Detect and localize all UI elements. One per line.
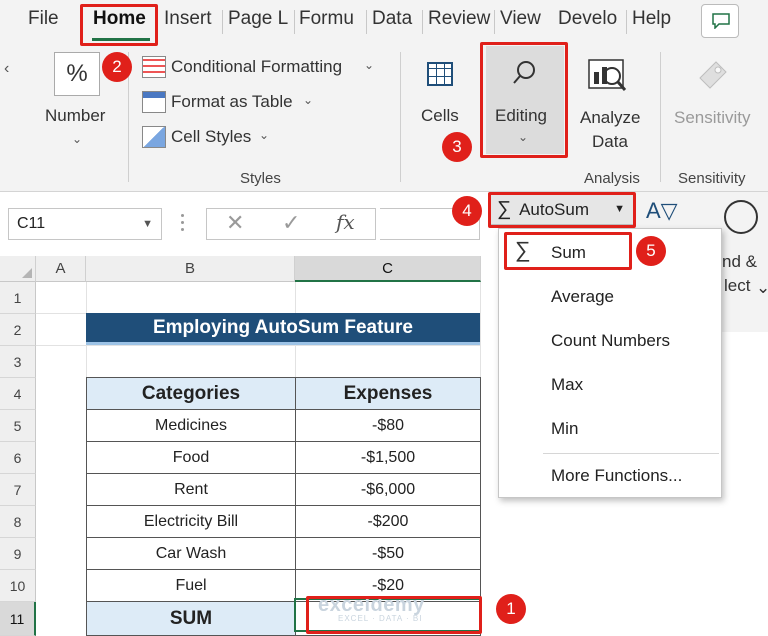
row-header-1[interactable]: 1 (0, 282, 36, 314)
row-header-4[interactable]: 4 (0, 378, 36, 410)
header-categories[interactable]: Categories (86, 377, 296, 410)
highlight-autosum (488, 192, 636, 228)
row-header-9[interactable]: 9 (0, 538, 36, 570)
category-cell[interactable]: Car Wash (86, 537, 296, 570)
tab-page-layout[interactable]: Page L (228, 8, 288, 30)
chevron-down-icon[interactable]: ⌄ (72, 132, 82, 146)
find-select-label-2: lect (724, 276, 751, 295)
category-cell[interactable]: Food (86, 441, 296, 474)
chevron-down-icon[interactable]: ▼ (142, 209, 153, 239)
chevron-down-icon[interactable]: ⌄ (303, 93, 313, 107)
category-cell[interactable]: Rent (86, 473, 296, 506)
step-badge-2: 2 (102, 52, 132, 82)
menu-item-max[interactable]: Max (551, 375, 583, 395)
highlight-sum (504, 232, 632, 270)
row-header-2[interactable]: 2 (0, 314, 36, 346)
name-box[interactable]: C11 ▼ (8, 208, 162, 240)
drag-handle[interactable] (180, 214, 186, 234)
sensitivity-group-label: Sensitivity (678, 170, 746, 187)
row-header-10[interactable]: 10 (0, 570, 36, 602)
sheet-title[interactable]: Employing AutoSum Feature (86, 313, 480, 345)
column-header-b[interactable]: B (86, 256, 295, 282)
tab-file[interactable]: File (28, 8, 59, 30)
menu-item-average[interactable]: Average (551, 287, 614, 307)
highlight-target-cell (306, 596, 482, 634)
analyze-data-icon[interactable] (588, 58, 628, 94)
enter-icon[interactable]: ✓ (282, 210, 300, 236)
cells-icon[interactable] (427, 62, 453, 86)
step-badge-1: 1 (496, 594, 526, 624)
format-as-table-button[interactable]: Format as Table (171, 92, 293, 112)
column-header-a[interactable]: A (36, 256, 86, 282)
category-cell[interactable]: Electricity Bill (86, 505, 296, 538)
tab-developer[interactable]: Develo (558, 8, 617, 30)
expense-cell[interactable]: -$200 (295, 505, 481, 538)
row-header-7[interactable]: 7 (0, 474, 36, 506)
comment-icon (712, 13, 730, 29)
category-cell[interactable]: Fuel (86, 569, 296, 602)
sort-filter-icon[interactable]: A▽ (646, 198, 678, 224)
menu-item-more-functions[interactable]: More Functions... (551, 466, 682, 486)
cancel-icon[interactable]: ✕ (226, 210, 244, 236)
chevron-down-icon[interactable]: ⌄ (364, 58, 374, 72)
tab-view[interactable]: View (500, 8, 541, 30)
table-row: Electricity Bill -$200 (86, 505, 481, 538)
find-select-label: nd & (722, 252, 757, 271)
row-header-3[interactable]: 3 (0, 346, 36, 378)
highlight-editing (480, 42, 568, 158)
expense-cell[interactable]: -$80 (295, 409, 481, 442)
header-expenses[interactable]: Expenses (295, 377, 481, 410)
table-row: Car Wash -$50 (86, 537, 481, 570)
format-as-table-icon (142, 91, 166, 113)
tab-data[interactable]: Data (372, 8, 412, 30)
step-badge-3: 3 (442, 132, 472, 162)
table-row: Medicines -$80 (86, 409, 481, 442)
conditional-formatting-icon (142, 56, 166, 78)
menu-item-min[interactable]: Min (551, 419, 578, 439)
step-badge-4: 4 (452, 196, 482, 226)
ribbon-scroll-left-icon[interactable]: ‹ (4, 60, 9, 78)
number-format-icon[interactable]: % (54, 52, 100, 96)
expense-cell[interactable]: -$1,500 (295, 441, 481, 474)
tab-formulas[interactable]: Formu (299, 8, 354, 30)
chevron-down-icon[interactable]: ⌄ (259, 128, 269, 142)
column-header-c[interactable]: C (295, 256, 481, 282)
sensitivity-button: Sensitivity (674, 108, 751, 127)
highlight-home-tab (80, 4, 158, 46)
cells-button[interactable]: Cells (421, 106, 459, 126)
comments-button[interactable] (701, 4, 739, 38)
styles-group-label: Styles (240, 170, 281, 187)
cell-styles-button[interactable]: Cell Styles (171, 127, 251, 147)
find-select-icon[interactable] (724, 200, 758, 234)
menu-item-count-numbers[interactable]: Count Numbers (551, 331, 670, 351)
category-cell[interactable]: Medicines (86, 409, 296, 442)
analyze-data-label: Data (592, 132, 628, 151)
tab-review[interactable]: Review (428, 8, 490, 30)
sum-label-cell[interactable]: SUM (86, 601, 296, 636)
step-badge-5: 5 (636, 236, 666, 266)
insert-function-icon[interactable]: fx (336, 210, 355, 234)
name-box-value: C11 (17, 215, 46, 232)
table-row: Food -$1,500 (86, 441, 481, 474)
number-group-label[interactable]: Number (45, 106, 105, 126)
row-header-8[interactable]: 8 (0, 506, 36, 538)
conditional-formatting-button[interactable]: Conditional Formatting (171, 57, 342, 77)
chevron-down-icon[interactable]: ⌄ (756, 278, 768, 298)
table-row: Rent -$6,000 (86, 473, 481, 506)
select-all-button[interactable] (0, 256, 36, 282)
row-header-11[interactable]: 11 (0, 602, 36, 636)
analysis-group-label: Analysis (584, 170, 640, 187)
row-header-6[interactable]: 6 (0, 442, 36, 474)
tab-help[interactable]: Help (632, 8, 671, 30)
tab-insert[interactable]: Insert (164, 8, 212, 30)
sensitivity-icon (699, 61, 727, 89)
row-header-5[interactable]: 5 (0, 410, 36, 442)
table-header-row: Categories Expenses (86, 377, 481, 410)
cell-styles-icon (142, 126, 166, 148)
expense-cell[interactable]: -$6,000 (295, 473, 481, 506)
analyze-data-button[interactable]: Analyze (580, 108, 640, 128)
expense-cell[interactable]: -$50 (295, 537, 481, 570)
